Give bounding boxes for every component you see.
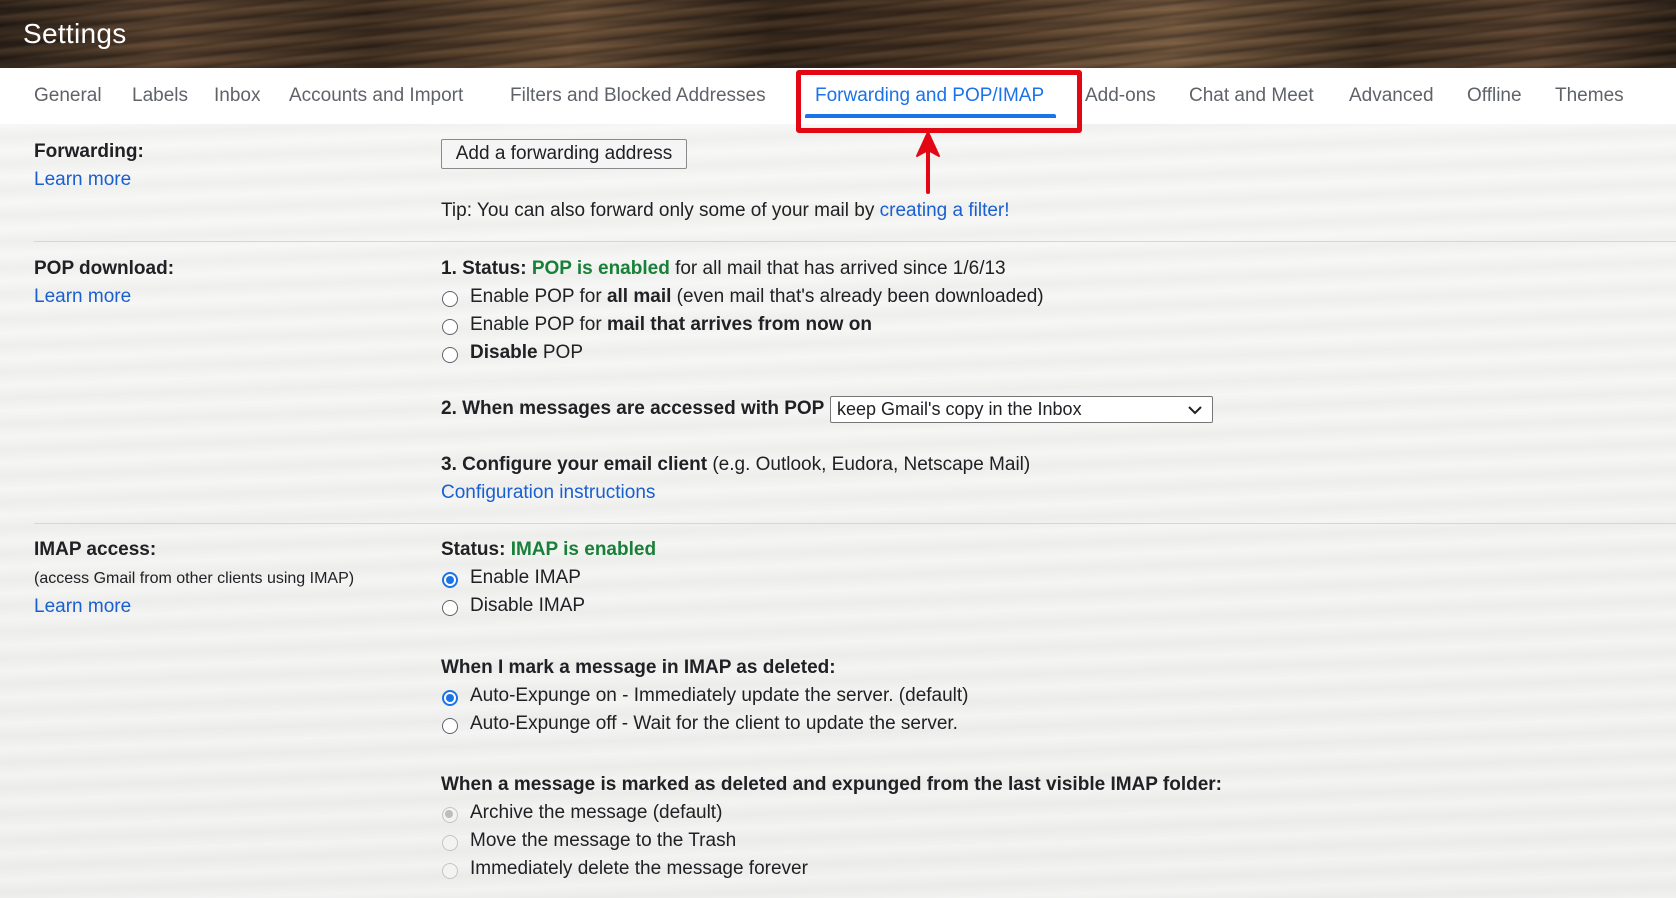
pop-option-bold: mail that arrives from now on [606, 314, 872, 335]
section-divider [34, 241, 1676, 242]
move-to-trash-radio[interactable] [442, 835, 458, 851]
chevron-down-icon [1188, 406, 1202, 415]
pop-learn-more-link[interactable]: Learn more [34, 286, 131, 308]
pop-option-pre: Enable POP for [470, 314, 607, 335]
pop-disable-radio[interactable] [442, 347, 458, 363]
pop-status: 1. Status: POP is enabled for all mail t… [441, 258, 1006, 280]
pop-access-label: 2. When messages are accessed with POP [441, 398, 825, 419]
pop-configure: 3. Configure your email client (e.g. Out… [441, 454, 1030, 476]
imap-access-sublabel: (access Gmail from other clients using I… [34, 570, 355, 587]
pop-option-post: POP [537, 342, 583, 363]
disable-imap-radio[interactable] [442, 600, 458, 616]
archive-message-radio[interactable] [442, 807, 458, 823]
tab-chat-meet[interactable]: Chat and Meet [1189, 68, 1314, 124]
enable-imap-label: Enable IMAP [470, 567, 581, 588]
forwarding-label: Forwarding: [34, 141, 144, 162]
auto-expunge-on-radio[interactable] [442, 690, 458, 706]
tab-addons[interactable]: Add-ons [1085, 68, 1156, 124]
disable-imap-label: Disable IMAP [470, 595, 586, 616]
forwarding-tip-text: Tip: You can also forward only some of y… [441, 200, 880, 221]
imap-status-prefix: Status: [441, 539, 511, 560]
add-forwarding-address-button[interactable]: Add a forwarding address [441, 139, 687, 169]
configuration-instructions-link[interactable]: Configuration instructions [441, 482, 655, 504]
pop-configure-suffix: (e.g. Outlook, Eudora, Netscape Mail) [707, 454, 1031, 475]
section-divider [34, 523, 1676, 524]
imap-deleted-heading: When I mark a message in IMAP as deleted… [441, 657, 836, 678]
pop-option-bold: all mail [606, 286, 672, 307]
tab-themes[interactable]: Themes [1555, 68, 1624, 124]
move-to-trash-label: Move the message to the Trash [470, 830, 737, 851]
red-arrow-icon [916, 131, 940, 194]
creating-filter-link[interactable]: creating a filter! [880, 200, 1010, 221]
auto-expunge-on-label: Auto-Expunge on - Immediately update the… [470, 685, 969, 706]
tab-inbox[interactable]: Inbox [214, 68, 260, 124]
pop-access-select[interactable]: keep Gmail's copy in the Inbox [830, 396, 1213, 423]
enable-imap-radio[interactable] [442, 572, 458, 588]
pop-status-prefix: 1. Status: [441, 258, 532, 279]
tab-accounts[interactable]: Accounts and Import [289, 68, 463, 124]
header-banner: Settings [0, 0, 1676, 68]
auto-expunge-off-label: Auto-Expunge off - Wait for the client t… [470, 713, 958, 734]
delete-forever-label: Immediately delete the message forever [470, 858, 808, 879]
pop-all-mail-radio[interactable] [442, 291, 458, 307]
forwarding-tip: Tip: You can also forward only some of y… [441, 200, 1010, 222]
pop-status-suffix: for all mail that has arrived since 1/6/… [669, 258, 1006, 279]
auto-expunge-off-radio[interactable] [442, 718, 458, 734]
imap-expunged-heading: When a message is marked as deleted and … [441, 774, 1222, 795]
pop-all-mail-label: Enable POP for all mail (even mail that'… [470, 286, 1044, 308]
tab-advanced[interactable]: Advanced [1349, 68, 1434, 124]
pop-from-now-label: Enable POP for mail that arrives from no… [470, 314, 872, 336]
page-title: Settings [23, 18, 127, 49]
pop-disable-label: Disable POP [470, 342, 583, 364]
imap-status: Status: IMAP is enabled [441, 539, 656, 561]
tab-filters[interactable]: Filters and Blocked Addresses [510, 68, 766, 124]
pop-option-pre: Enable POP for [470, 286, 607, 307]
imap-access-label: IMAP access: [34, 539, 157, 560]
forwarding-learn-more-link[interactable]: Learn more [34, 169, 131, 191]
pop-configure-label: 3. Configure your email client [441, 454, 708, 475]
pop-status-value: POP is enabled [531, 258, 670, 279]
pop-option-bold: Disable [470, 342, 538, 363]
tab-offline[interactable]: Offline [1467, 68, 1522, 124]
imap-learn-more-link[interactable]: Learn more [34, 596, 131, 618]
pop-option-post: (even mail that's already been downloade… [671, 286, 1044, 307]
archive-message-label: Archive the message (default) [470, 802, 723, 823]
tab-labels[interactable]: Labels [132, 68, 188, 124]
tab-highlight-box [796, 70, 1082, 133]
imap-status-value: IMAP is enabled [510, 539, 657, 560]
delete-forever-radio[interactable] [442, 863, 458, 879]
pop-access-selected: keep Gmail's copy in the Inbox [837, 399, 1082, 419]
tab-general[interactable]: General [34, 68, 102, 124]
pop-download-label: POP download: [34, 258, 175, 279]
pop-from-now-radio[interactable] [442, 319, 458, 335]
